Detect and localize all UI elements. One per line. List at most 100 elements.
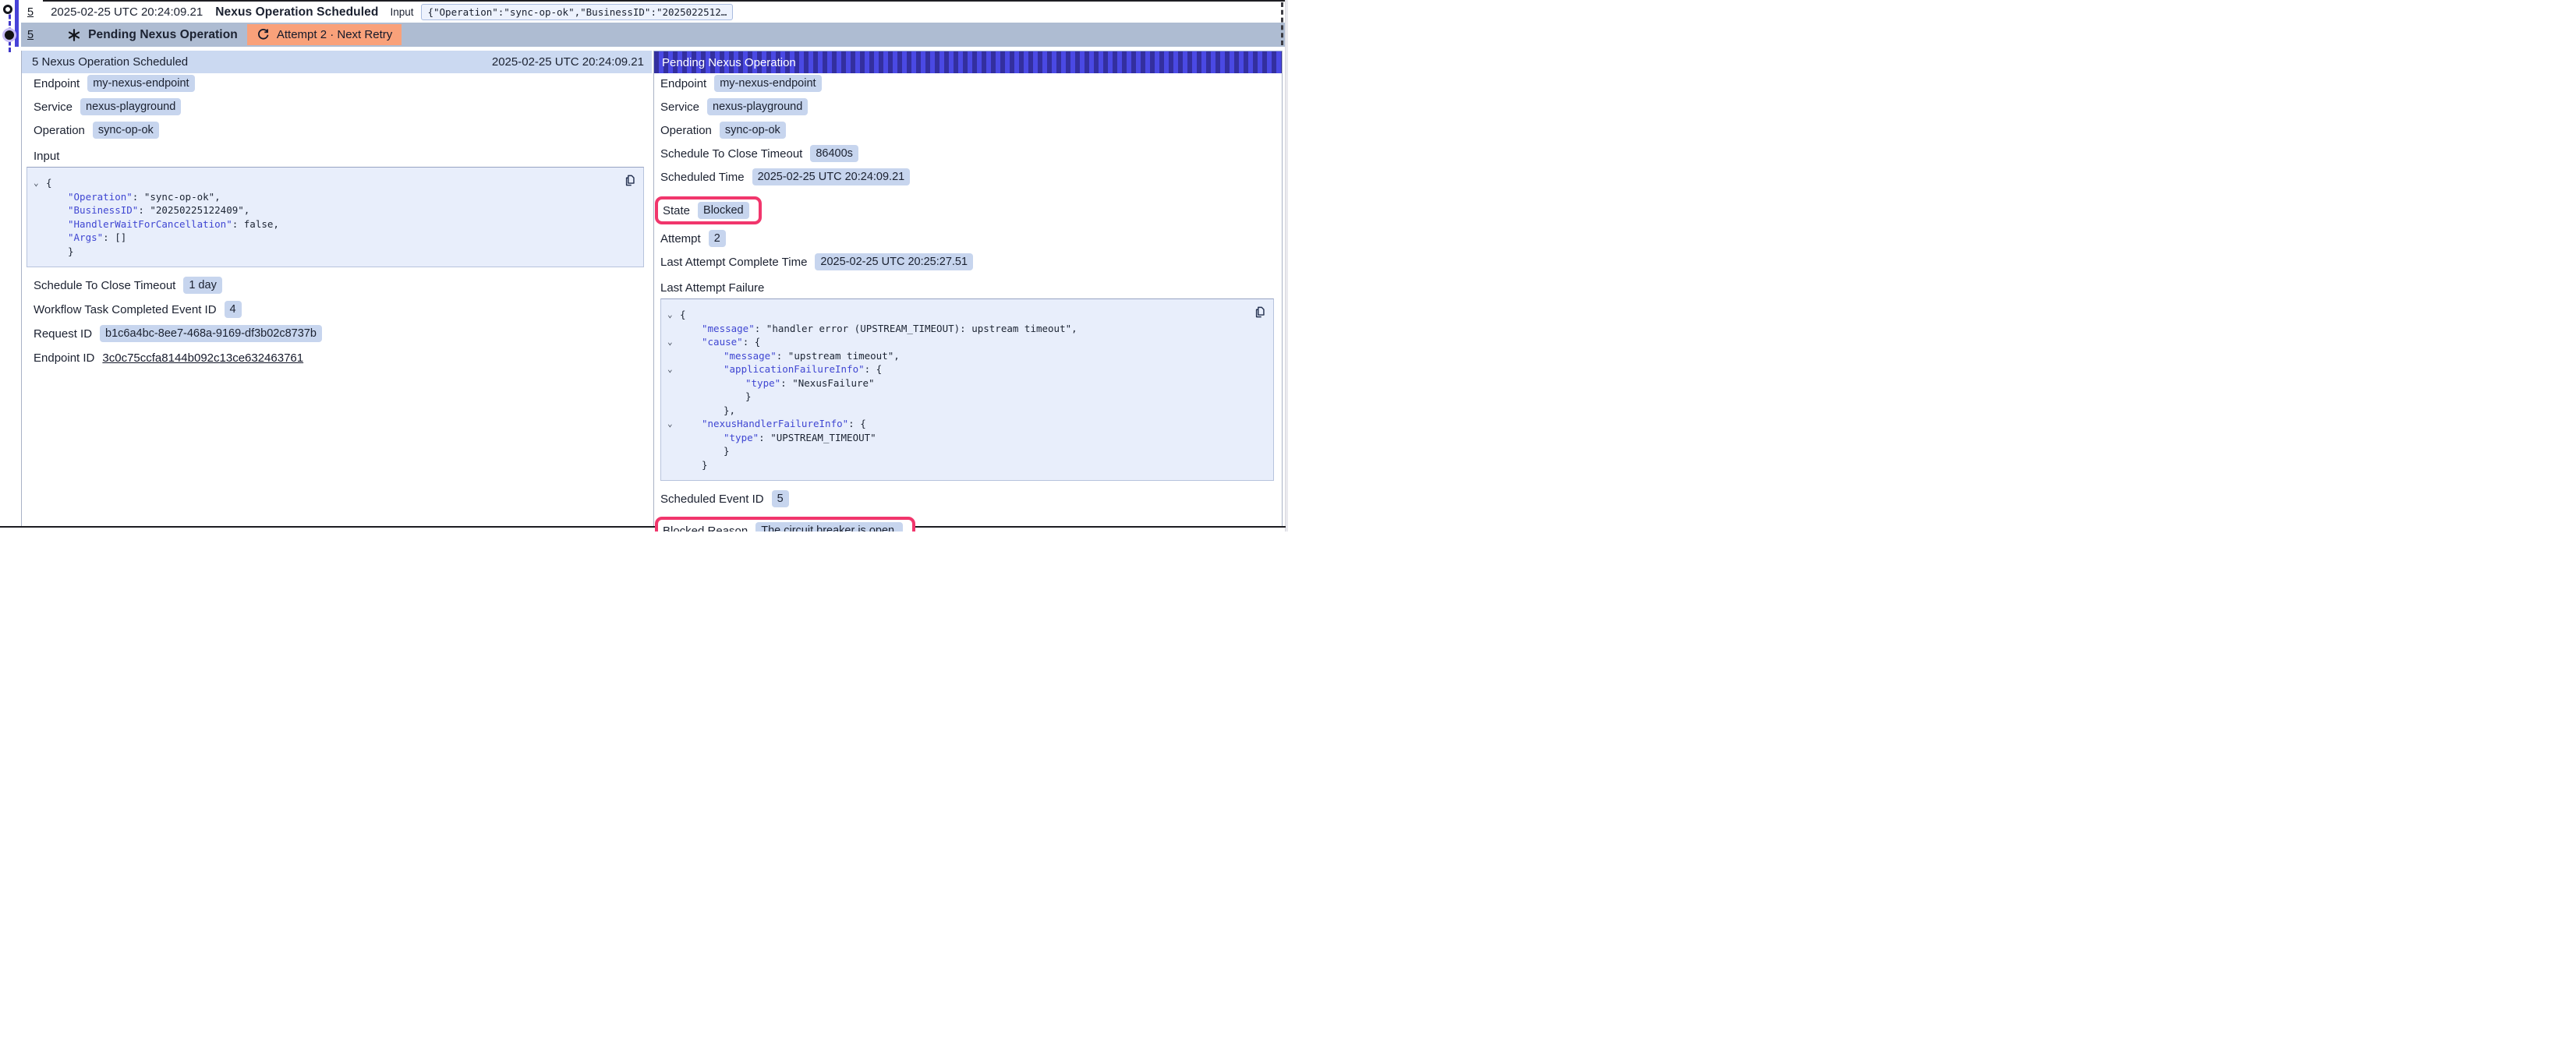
code-line: } [667,444,1264,458]
scheduled-panel-title: 5 Nexus Operation Scheduled [32,55,188,69]
field-row: Service nexus-playground [660,98,1274,115]
field-label: Blocked Reason [663,524,748,532]
scheduled-panel-time: 2025-02-25 UTC 20:24:09.21 [492,55,644,69]
code-line: ⌄{ [667,308,1264,322]
endpoint-id-link[interactable]: 3c0c75ccfa8144b092c13ce632463761 [102,351,303,365]
collapse-chevron-icon[interactable]: ⌄ [34,176,46,190]
field-row: Service nexus-playground [34,98,644,115]
collapse-chevron-icon [667,322,680,336]
blocked-reason-value-badge: The circuit breaker is open. [755,522,903,532]
right-edge-dashed-handle[interactable] [1281,2,1283,45]
field-value-badge: nexus-playground [707,98,808,115]
collapse-chevron-icon [34,231,46,245]
field-value-badge: sync-op-ok [93,122,159,139]
code-line: }, [667,404,1264,418]
pending-asterisk-icon [68,29,80,41]
retry-badge-label: Attempt 2 · Next Retry [277,28,392,41]
blocked-reason-highlight-box: Blocked Reason The circuit breaker is op… [655,517,915,532]
field-label: Service [34,101,73,114]
state-field-row: State Blocked [663,202,749,219]
code-line: ⌄"nexusHandlerFailureInfo": { [667,417,1264,431]
field-row: Request ID b1c6a4bc-8ee7-468a-9169-df3b0… [34,325,644,342]
field-value-badge: 2025-02-25 UTC 20:24:09.21 [752,168,911,185]
copy-button[interactable] [623,174,636,187]
field-label: Last Attempt Complete Time [660,256,807,269]
scrollbar-track[interactable] [1285,0,1288,532]
timeline-node-open-icon [3,5,12,14]
copy-button[interactable] [1253,305,1266,319]
field-label: Endpoint ID [34,351,94,365]
code-line: } [34,245,634,259]
field-row: Endpoint ID 3c0c75ccfa8144b092c13ce63246… [34,349,644,366]
event-title: Pending Nexus Operation [88,28,238,42]
field-row: Endpoint my-nexus-endpoint [660,75,1274,92]
scheduled-event-panel: 5 Nexus Operation Scheduled 2025-02-25 U… [21,51,652,526]
failure-json-viewer: ⌄{"message": "handler error (UPSTREAM_TI… [660,298,1274,481]
code-line: "type": "UPSTREAM_TIMEOUT" [667,431,1264,445]
collapse-chevron-icon[interactable]: ⌄ [667,335,680,349]
code-line: ⌄{ [34,176,634,190]
code-line: } [667,458,1264,472]
field-label: Workflow Task Completed Event ID [34,303,217,316]
pending-panel-title: Pending Nexus Operation [662,56,796,69]
code-line: } [667,390,1264,404]
field-value-badge: b1c6a4bc-8ee7-468a-9169-df3b02c8737b [100,325,322,342]
event-timestamp: 2025-02-25 UTC 20:24:09.21 [51,5,203,19]
collapse-chevron-icon [34,190,46,204]
code-line: "message": "upstream timeout", [667,349,1264,363]
event-row-pending[interactable]: 5 Pending Nexus Operation Attempt 2 · Ne… [21,23,1286,47]
code-line: ⌄"cause": { [667,335,1264,349]
event-row-scheduled[interactable]: 5 2025-02-25 UTC 20:24:09.21 Nexus Opera… [0,2,1286,23]
event-input-label: Input [390,6,413,18]
scheduled-panel-header: 5 Nexus Operation Scheduled 2025-02-25 U… [22,51,652,73]
collapse-chevron-icon[interactable]: ⌄ [667,362,680,376]
field-label: Scheduled Event ID [660,493,764,506]
input-json-viewer: ⌄{"Operation": "sync-op-ok","BusinessID"… [27,167,644,267]
field-row: Scheduled Time 2025-02-25 UTC 20:24:09.2… [660,168,1274,185]
field-row: Workflow Task Completed Event ID 4 [34,301,644,318]
field-row: Schedule To Close Timeout 1 day [34,277,644,294]
field-row: Operation sync-op-ok [660,122,1274,139]
field-label: Operation [660,124,712,137]
field-label: Service [660,101,699,114]
input-section-label: Input [34,150,644,163]
field-row: Schedule To Close Timeout 86400s [660,145,1274,162]
event-id-link[interactable]: 5 [27,29,34,41]
timeline-active-bar [15,0,19,47]
retry-status-badge: Attempt 2 · Next Retry [247,24,402,45]
failure-section-label: Last Attempt Failure [660,281,1274,295]
code-line: "message": "handler error (UPSTREAM_TIME… [667,322,1264,336]
code-line: "Operation": "sync-op-ok", [34,190,634,204]
field-label: Endpoint [660,77,706,90]
collapse-chevron-icon [34,203,46,217]
field-value-badge: 1 day [183,277,221,294]
field-row: Last Attempt Complete Time 2025-02-25 UT… [660,253,1274,270]
collapse-chevron-icon [667,444,680,458]
field-label: Scheduled Time [660,171,745,184]
collapse-chevron-icon [667,458,680,472]
event-title: Nexus Operation Scheduled [215,5,378,19]
collapse-chevron-icon [667,376,680,390]
field-row: Endpoint my-nexus-endpoint [34,75,644,92]
code-line: "type": "NexusFailure" [667,376,1264,390]
field-value-badge: 2025-02-25 UTC 20:25:27.51 [815,253,973,270]
field-value-badge: my-nexus-endpoint [714,75,821,92]
field-label: Schedule To Close Timeout [660,147,802,161]
field-value-badge: my-nexus-endpoint [87,75,194,92]
field-value-badge: 4 [225,301,242,318]
event-id-link[interactable]: 5 [27,6,34,19]
state-highlight-box: State Blocked [655,196,762,224]
field-value-badge: sync-op-ok [720,122,786,139]
collapse-chevron-icon [667,390,680,404]
field-label: Endpoint [34,77,80,90]
collapse-chevron-icon[interactable]: ⌄ [667,417,680,431]
field-label: Request ID [34,327,92,341]
field-label: Operation [34,124,85,137]
field-row: Scheduled Event ID 5 [660,490,1274,507]
code-line: "BusinessID": "20250225122409", [34,203,634,217]
field-label: Schedule To Close Timeout [34,279,175,292]
field-value-badge: nexus-playground [80,98,181,115]
pending-operation-panel: Pending Nexus Operation Endpoint my-nexu… [653,51,1283,526]
collapse-chevron-icon[interactable]: ⌄ [667,308,680,322]
field-value-badge: 86400s [810,145,858,162]
